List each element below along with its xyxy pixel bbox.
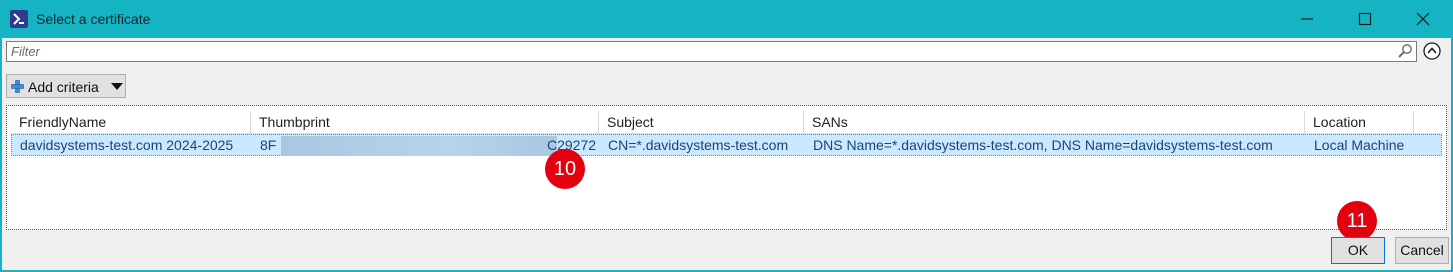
title-bar: Select a certificate	[0, 0, 1453, 38]
column-header-subject[interactable]: Subject	[599, 111, 804, 133]
powershell-icon	[10, 10, 28, 28]
redaction-block	[281, 136, 557, 156]
cell-friendlyname: davidsystems-test.com 2024-2025	[20, 137, 234, 153]
column-header-location[interactable]: Location	[1305, 111, 1414, 133]
window-title: Select a certificate	[36, 11, 151, 27]
maximize-button[interactable]	[1336, 0, 1394, 38]
filter-input[interactable]	[11, 43, 1391, 60]
dropdown-arrow-icon	[111, 83, 123, 90]
collapse-button[interactable]	[1423, 42, 1441, 60]
close-icon	[1416, 12, 1430, 26]
certificate-grid[interactable]: FriendlyName Thumbprint Subject SANs Loc…	[6, 105, 1447, 230]
add-criteria-label: Add criteria	[28, 79, 99, 95]
add-criteria-button[interactable]: Add criteria	[6, 74, 126, 98]
column-header-sans[interactable]: SANs	[804, 111, 1305, 133]
cell-subject: CN=*.davidsystems-test.com	[608, 137, 789, 153]
search-icon[interactable]	[1397, 43, 1413, 59]
minimize-icon	[1301, 18, 1313, 20]
filter-field[interactable]	[6, 41, 1417, 62]
column-header-thumbprint[interactable]: Thumbprint	[251, 111, 599, 133]
table-row[interactable]: davidsystems-test.com 2024-2025 8F C2927…	[11, 134, 1442, 156]
chevron-up-circle-icon	[1423, 42, 1441, 60]
maximize-icon	[1358, 12, 1372, 26]
cancel-button[interactable]: Cancel	[1395, 237, 1449, 264]
minimize-button[interactable]	[1278, 0, 1336, 38]
step-badge-11: 11	[1337, 201, 1377, 241]
cell-location: Local Machine	[1314, 137, 1405, 153]
ok-button[interactable]: OK	[1331, 237, 1385, 264]
grid-header: FriendlyName Thumbprint Subject SANs Loc…	[11, 111, 1442, 134]
close-button[interactable]	[1394, 0, 1452, 38]
column-header-friendlyname[interactable]: FriendlyName	[11, 111, 251, 133]
step-badge-10: 10	[545, 149, 585, 189]
dialog-body: Add criteria FriendlyName Thumbprint Sub…	[2, 38, 1451, 270]
column-header-filler	[1414, 111, 1442, 133]
cell-sans: DNS Name=*.davidsystems-test.com, DNS Na…	[813, 137, 1273, 153]
plus-icon	[11, 80, 24, 93]
